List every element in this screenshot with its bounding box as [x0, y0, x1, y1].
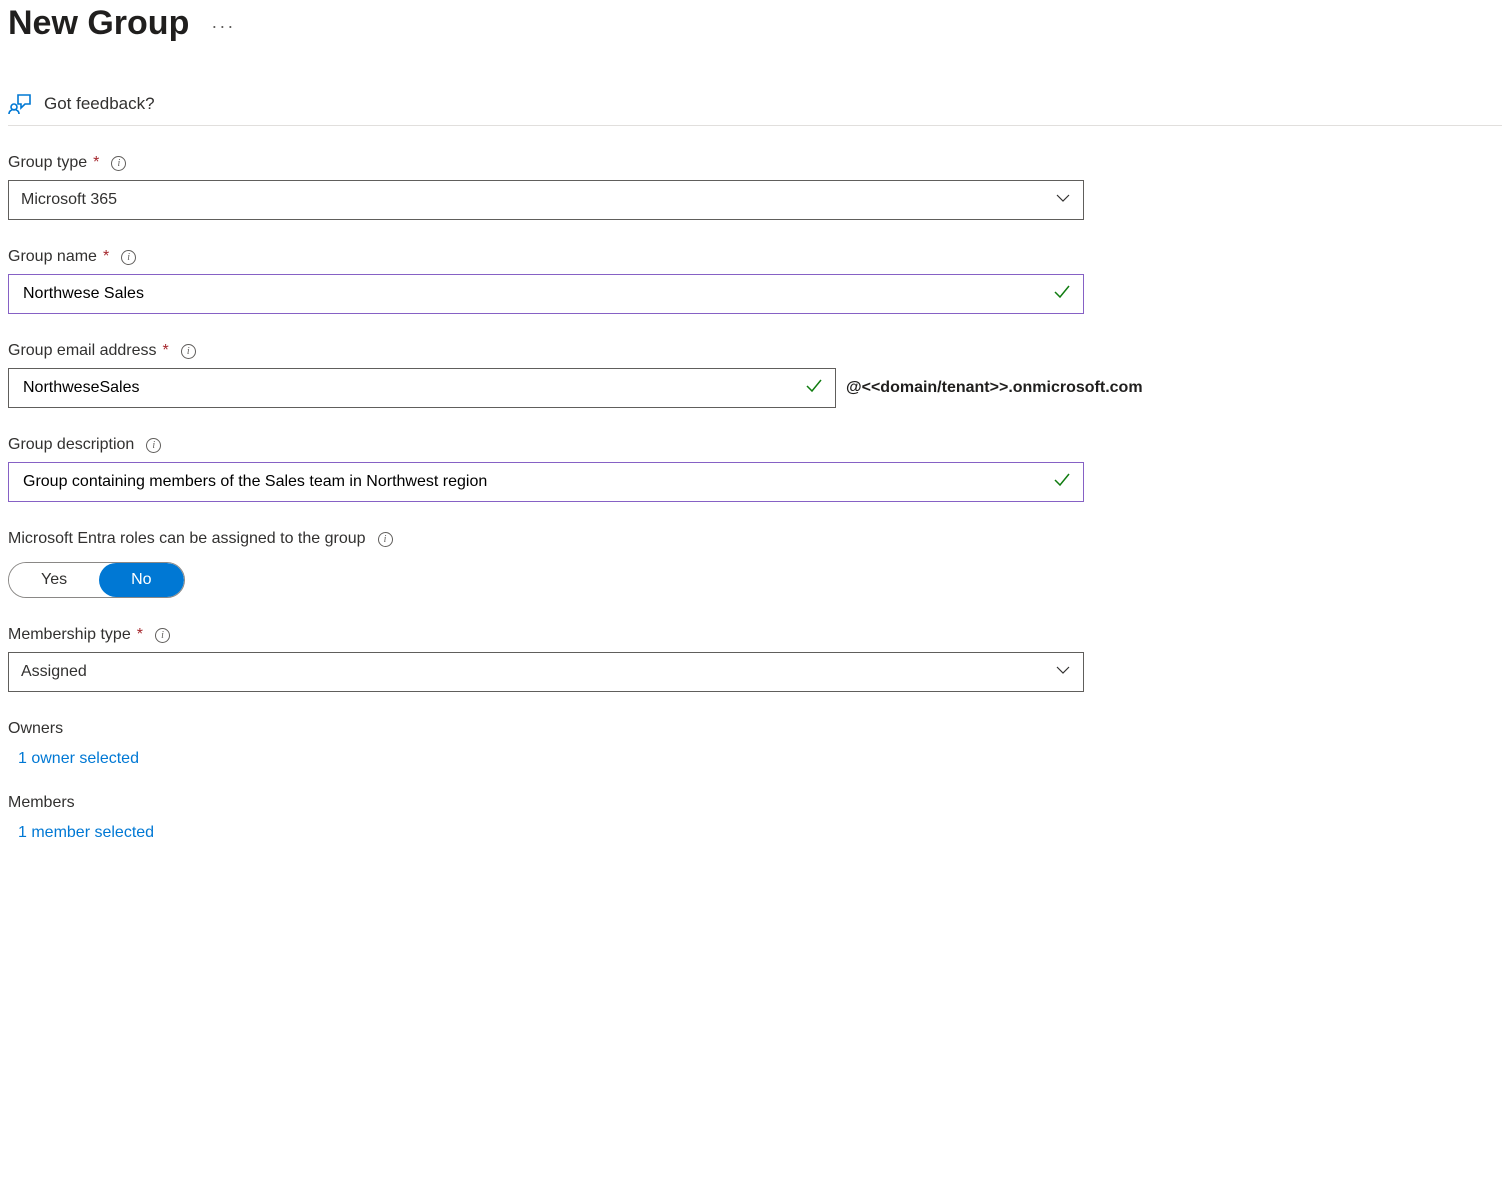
toggle-option-yes[interactable]: Yes: [9, 563, 99, 597]
owners-selected-link[interactable]: 1 owner selected: [8, 750, 1502, 768]
field-label-row: Membership type * i: [8, 626, 1502, 644]
roles-toggle[interactable]: Yes No: [8, 562, 185, 598]
checkmark-icon: [1053, 283, 1071, 305]
group-description-label: Group description: [8, 436, 134, 454]
owners-heading: Owners: [8, 720, 1502, 738]
email-domain-suffix: @<<domain/tenant>>.onmicrosoft.com: [846, 379, 1143, 397]
chevron-down-icon: [1055, 662, 1071, 682]
field-roles-assignable: Microsoft Entra roles can be assigned to…: [8, 530, 1502, 598]
group-email-input-wrap: [8, 368, 836, 408]
required-marker: *: [93, 159, 99, 167]
group-type-select[interactable]: Microsoft 365: [8, 180, 1084, 220]
group-email-input[interactable]: [21, 378, 805, 398]
group-type-value: Microsoft 365: [21, 191, 117, 209]
field-label-row: Group description i: [8, 436, 1502, 454]
membership-type-value: Assigned: [21, 663, 87, 681]
page-header: New Group ···: [8, 0, 1502, 43]
checkmark-icon: [1053, 471, 1071, 493]
email-row: @<<domain/tenant>>.onmicrosoft.com: [8, 368, 1502, 408]
info-icon[interactable]: i: [155, 628, 170, 643]
info-icon[interactable]: i: [146, 438, 161, 453]
membership-type-label: Membership type: [8, 626, 131, 644]
info-icon[interactable]: i: [121, 250, 136, 265]
membership-type-select[interactable]: Assigned: [8, 652, 1084, 692]
group-name-input-wrap: [8, 274, 1084, 314]
owners-section: Owners 1 owner selected: [8, 720, 1502, 768]
info-icon[interactable]: i: [181, 344, 196, 359]
field-label-row: Group email address * i: [8, 342, 1502, 360]
group-email-label: Group email address: [8, 342, 157, 360]
required-marker: *: [163, 347, 169, 355]
field-group-description: Group description i: [8, 436, 1502, 502]
group-description-input[interactable]: [21, 472, 1053, 492]
group-description-input-wrap: [8, 462, 1084, 502]
checkmark-icon: [805, 377, 823, 399]
field-group-type: Group type * i Microsoft 365: [8, 154, 1502, 220]
info-icon[interactable]: i: [111, 156, 126, 171]
feedback-icon: [8, 93, 32, 115]
members-selected-link[interactable]: 1 member selected: [8, 824, 1502, 842]
required-marker: *: [103, 253, 109, 261]
field-membership-type: Membership type * i Assigned: [8, 626, 1502, 692]
roles-assignable-label: Microsoft Entra roles can be assigned to…: [8, 530, 366, 548]
group-name-input[interactable]: [21, 284, 1053, 304]
info-icon[interactable]: i: [378, 532, 393, 547]
toggle-option-no[interactable]: No: [99, 563, 183, 597]
field-group-email: Group email address * i @<<domain/tenant…: [8, 342, 1502, 408]
required-marker: *: [137, 631, 143, 639]
chevron-down-icon: [1055, 190, 1071, 210]
field-group-name: Group name * i: [8, 248, 1502, 314]
group-name-label: Group name: [8, 248, 97, 266]
more-actions-icon[interactable]: ···: [211, 10, 235, 37]
members-heading: Members: [8, 794, 1502, 812]
field-label-row: Group type * i: [8, 154, 1502, 172]
members-section: Members 1 member selected: [8, 794, 1502, 842]
page-title: New Group: [8, 4, 189, 43]
feedback-label: Got feedback?: [44, 94, 155, 114]
feedback-link[interactable]: Got feedback?: [8, 93, 1502, 126]
group-type-label: Group type: [8, 154, 87, 172]
field-label-row: Microsoft Entra roles can be assigned to…: [8, 530, 1502, 548]
field-label-row: Group name * i: [8, 248, 1502, 266]
form-area: Group type * i Microsoft 365 Group name …: [8, 154, 1502, 842]
